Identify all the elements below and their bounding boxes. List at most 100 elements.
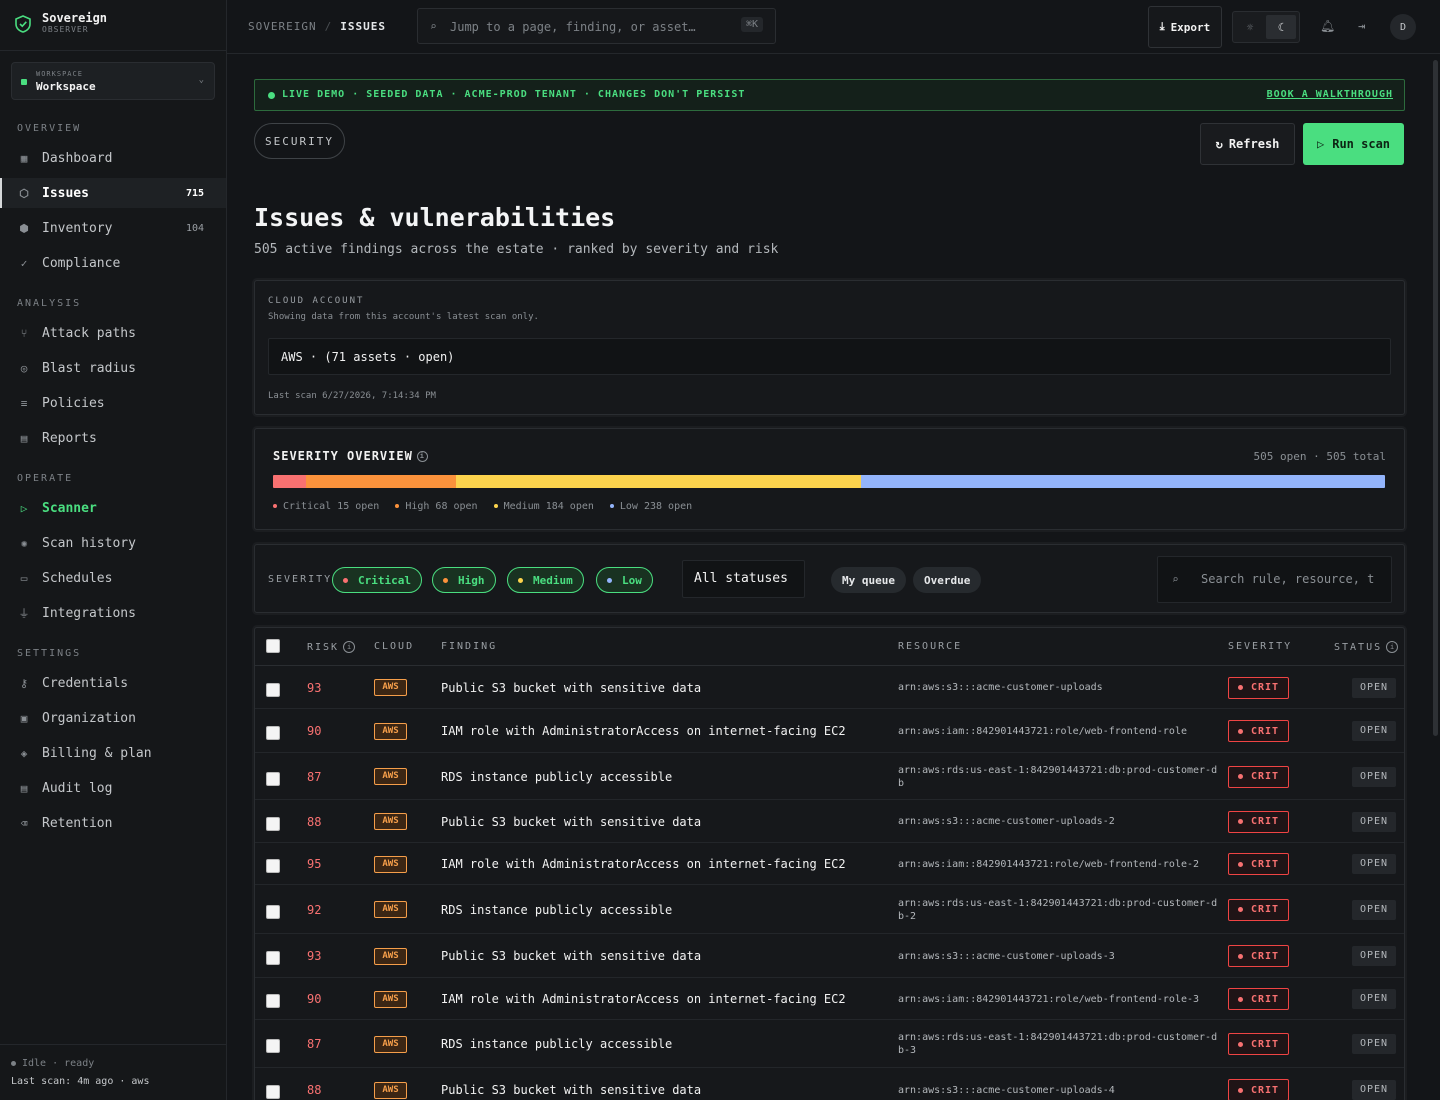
sidebar-item-dashboard[interactable]: ▦ Dashboard [0,143,226,173]
finding-title[interactable]: IAM role with AdministratorAccess on int… [441,857,846,871]
brand[interactable]: Sovereign OBSERVER [14,12,107,35]
book-walkthrough-link[interactable]: BOOK A WALKTHROUGH [1267,89,1393,100]
info-icon[interactable]: i [416,451,428,462]
sidebar-item-schedules[interactable]: ▭ Schedules [0,563,226,593]
row-checkbox[interactable] [266,951,280,965]
column-cloud[interactable]: CLOUD [374,641,414,652]
column-risk[interactable]: RISK i [307,641,356,653]
info-icon[interactable]: i [1386,641,1399,653]
table-row[interactable]: 87 AWS RDS instance publicly accessible arn… [255,1020,1404,1068]
select-all-checkbox[interactable] [266,639,280,653]
severity-segment-high[interactable] [306,475,456,488]
row-checkbox[interactable] [266,904,280,919]
sidebar-item-scanner[interactable]: ▷ Scanner [0,493,226,523]
status-select[interactable]: All statuses [682,560,805,598]
table-row[interactable]: 87 AWS RDS instance publicly accessible arn… [255,753,1404,800]
info-icon[interactable]: i [343,641,356,653]
row-checkbox[interactable] [266,726,280,740]
resource-arn[interactable]: arn:aws:rds:us-east-1:842901443721:db:pr… [898,1031,1220,1057]
table-row[interactable]: 95 AWS IAM role with AdministratorAccess o… [255,843,1404,885]
severity-chip-medium[interactable]: Medium [507,567,584,593]
status-badge[interactable]: OPEN [1352,854,1396,874]
sidebar-item-policies[interactable]: ≡ Policies [0,388,226,418]
sidebar-item-audit-log[interactable]: ▤ Audit log [0,773,226,803]
finding-title[interactable]: Public S3 bucket with sensitive data [441,681,701,695]
status-badge[interactable]: OPEN [1352,677,1396,698]
scrollbar-thumb[interactable] [1433,60,1438,736]
finding-title[interactable]: IAM role with AdministratorAccess on int… [441,992,846,1006]
severity-chip-high[interactable]: High [432,567,496,593]
overdue-chip[interactable]: Overdue [913,567,982,593]
severity-segment-medium[interactable] [455,475,861,488]
row-checkbox[interactable] [266,1039,280,1053]
table-row[interactable]: 90 AWS IAM role with AdministratorAccess o… [255,978,1404,1020]
finding-title[interactable]: Public S3 bucket with sensitive data [441,949,701,963]
row-checkbox[interactable] [266,682,280,697]
status-badge[interactable]: OPEN [1352,946,1396,966]
moon-icon[interactable]: ☾ [1266,15,1296,39]
severity-chip-low[interactable]: Low [596,567,653,593]
table-row[interactable]: 93 AWS Public S3 bucket with sensitive dat… [255,934,1404,978]
severity-chip-critical[interactable]: Critical [332,567,422,593]
resource-arn[interactable]: arn:aws:iam::842901443721:role/web-front… [898,725,1220,738]
breadcrumb-root[interactable]: SOVEREIGN [248,20,317,33]
finding-title[interactable]: Public S3 bucket with sensitive data [441,1083,701,1097]
sidebar-item-scan-history[interactable]: ✺ Scan history [0,528,226,558]
sidebar-item-issues[interactable]: ⬡ Issues 715 [0,178,226,208]
global-search-input[interactable]: ⌕ Jump to a page, finding, or asset… ⌘K [417,8,776,44]
sidebar-item-attack-paths[interactable]: ⑂ Attack paths [0,318,226,348]
sidebar-item-integrations[interactable]: ⏚ Integrations [0,598,226,628]
resource-arn[interactable]: arn:aws:rds:us-east-1:842901443721:db:pr… [898,897,1220,923]
status-badge[interactable]: OPEN [1352,811,1396,832]
column-finding[interactable]: FINDING [441,641,497,652]
table-row[interactable]: 93 AWS Public S3 bucket with sensitive dat… [255,666,1404,709]
logout-icon[interactable]: ⇥ [1358,19,1365,33]
finding-title[interactable]: IAM role with AdministratorAccess on int… [441,724,846,738]
refresh-button[interactable]: ↻ Refresh [1200,123,1295,165]
severity-segment-low[interactable] [860,475,1385,488]
status-badge[interactable]: OPEN [1352,766,1396,787]
column-resource[interactable]: RESOURCE [898,641,962,652]
run-scan-button[interactable]: ▷ Run scan [1303,123,1404,165]
row-checkbox[interactable] [266,1085,280,1099]
resource-arn[interactable]: arn:aws:s3:::acme-customer-uploads-4 [898,1084,1220,1097]
resource-arn[interactable]: arn:aws:iam::842901443721:role/web-front… [898,993,1220,1006]
sidebar-item-organization[interactable]: ▣ Organization [0,703,226,733]
bell-icon[interactable]: 🔔︎ [1320,19,1335,33]
row-checkbox[interactable] [266,771,280,786]
status-badge[interactable]: OPEN [1352,721,1396,741]
findings-search-input[interactable]: ⌕ Search rule, resource, t [1157,556,1392,603]
resource-arn[interactable]: arn:aws:s3:::acme-customer-uploads-3 [898,950,1220,963]
row-checkbox[interactable] [266,816,280,831]
workspace-switcher[interactable]: WORKSPACE Workspace ⌄ [11,62,215,100]
table-row[interactable]: 88 AWS Public S3 bucket with sensitive dat… [255,800,1404,843]
finding-title[interactable]: RDS instance publicly accessible [441,770,672,784]
sun-icon[interactable]: ☼ [1236,15,1264,39]
table-row[interactable]: 88 AWS Public S3 bucket with sensitive dat… [255,1068,1404,1100]
resource-arn[interactable]: arn:aws:iam::842901443721:role/web-front… [898,858,1220,871]
status-badge[interactable]: OPEN [1352,899,1396,920]
finding-title[interactable]: RDS instance publicly accessible [441,1037,672,1051]
status-badge[interactable]: OPEN [1352,1080,1396,1100]
sidebar-item-reports[interactable]: ▤ Reports [0,423,226,453]
sidebar-item-billing-plan[interactable]: ◈ Billing & plan [0,738,226,768]
sidebar-item-blast-radius[interactable]: ◎ Blast radius [0,353,226,383]
sidebar-item-inventory[interactable]: ⬢ Inventory 104 [0,213,226,243]
table-row[interactable]: 90 AWS IAM role with AdministratorAccess o… [255,709,1404,753]
sidebar-item-credentials[interactable]: ⚷ Credentials [0,668,226,698]
sidebar-item-retention[interactable]: ⌫ Retention [0,808,226,838]
resource-arn[interactable]: arn:aws:rds:us-east-1:842901443721:db:pr… [898,764,1220,790]
my-queue-chip[interactable]: My queue [831,567,906,593]
theme-toggle[interactable]: ☼ ☾ [1232,11,1300,43]
row-checkbox[interactable] [266,994,280,1008]
column-severity[interactable]: SEVERITY [1228,641,1292,652]
table-row[interactable]: 92 AWS RDS instance publicly accessible arn… [255,885,1404,934]
status-badge[interactable]: OPEN [1352,1034,1396,1054]
avatar[interactable]: D [1390,14,1416,40]
finding-title[interactable]: Public S3 bucket with sensitive data [441,815,701,829]
cloud-account-select[interactable]: AWS · (71 assets · open) [268,338,1391,375]
finding-title[interactable]: RDS instance publicly accessible [441,903,672,917]
resource-arn[interactable]: arn:aws:s3:::acme-customer-uploads-2 [898,815,1220,828]
export-button[interactable]: ⤓ Export [1148,6,1222,48]
resource-arn[interactable]: arn:aws:s3:::acme-customer-uploads [898,681,1220,694]
